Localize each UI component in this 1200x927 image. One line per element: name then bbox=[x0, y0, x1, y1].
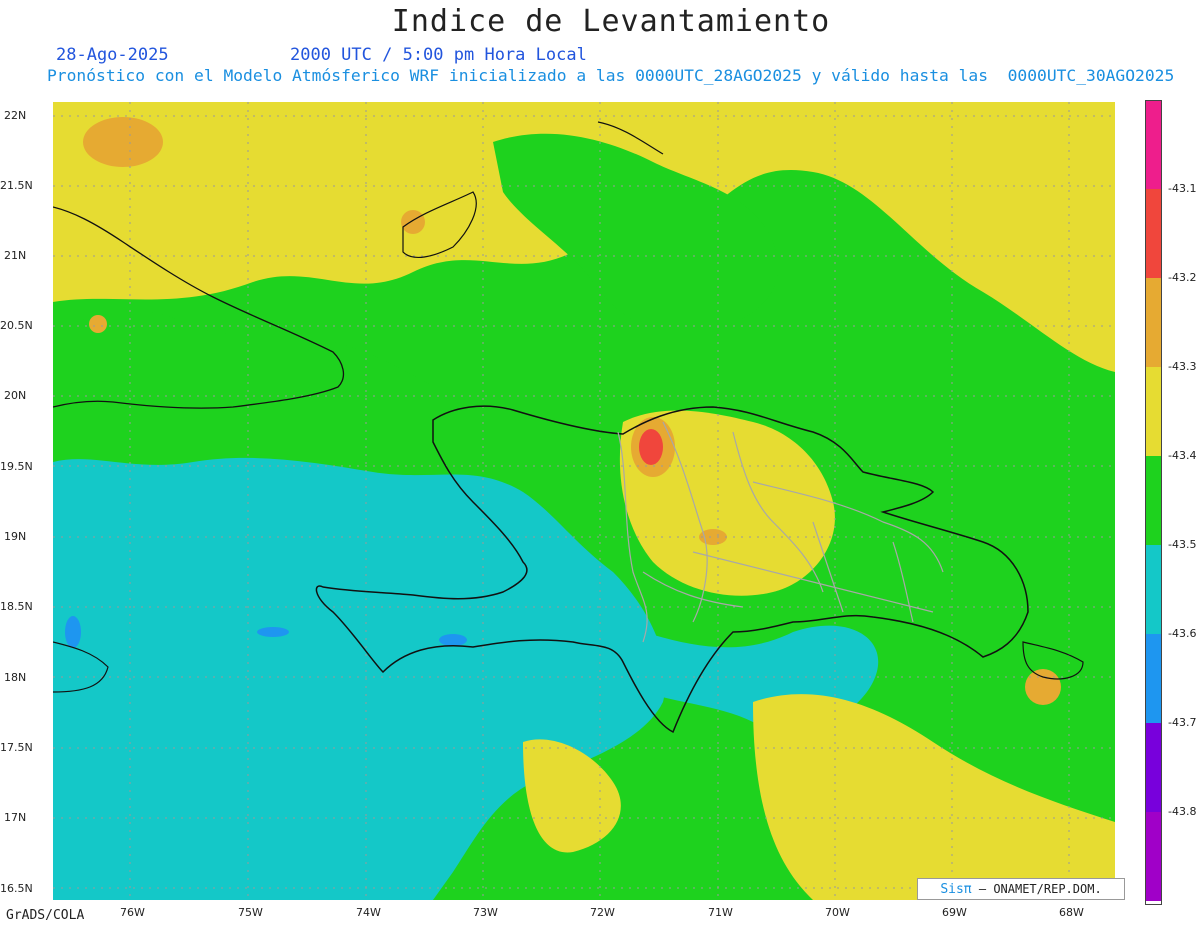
colorbar-swatch-8 bbox=[1146, 723, 1161, 812]
colorbar-label-1: -43.1 bbox=[1168, 182, 1197, 195]
lon-label-69w: 69W bbox=[942, 906, 967, 919]
colorbar-label-2: -43.2 bbox=[1168, 271, 1197, 284]
model-description: Pronóstico con el Modelo Atmósferico WRF… bbox=[47, 66, 1175, 85]
lon-label-74w: 74W bbox=[356, 906, 381, 919]
lon-label-72w: 72W bbox=[590, 906, 615, 919]
colorbar bbox=[1145, 100, 1162, 905]
blue-patch-w bbox=[65, 616, 81, 648]
lat-label-17-5n: 17.5N bbox=[0, 741, 33, 754]
colorbar-label-6: -43.6 bbox=[1168, 627, 1197, 640]
map-title: Indice de Levantamiento bbox=[391, 4, 831, 39]
orange-patch-w bbox=[89, 315, 107, 333]
colorbar-label-4: -43.4 bbox=[1168, 449, 1197, 462]
red-hotspot bbox=[639, 429, 663, 465]
lifted-index-map bbox=[53, 102, 1115, 900]
colorbar-label-3: -43.3 bbox=[1168, 360, 1197, 373]
lat-label-17n: 17N bbox=[4, 811, 27, 824]
lat-label-20-5n: 20.5N bbox=[0, 319, 33, 332]
lat-label-18-5n: 18.5N bbox=[0, 600, 33, 613]
blue-patch-sw bbox=[257, 627, 289, 637]
orange-patch-n bbox=[401, 210, 425, 234]
lon-label-68w: 68W bbox=[1059, 906, 1084, 919]
forecast-date: 28-Ago-2025 bbox=[56, 45, 169, 65]
credit-text: ONAMET/REP.DOM. bbox=[993, 882, 1102, 896]
orange-patch-nw bbox=[83, 117, 163, 167]
lat-label-21-5n: 21.5N bbox=[0, 179, 33, 192]
lon-label-73w: 73W bbox=[473, 906, 498, 919]
lon-label-70w: 70W bbox=[825, 906, 850, 919]
blue-patch-s bbox=[439, 634, 467, 646]
credit-box: Sisπ – ONAMET/REP.DOM. bbox=[917, 878, 1125, 900]
lat-label-19n: 19N bbox=[4, 530, 27, 543]
colorbar-swatch-7 bbox=[1146, 634, 1161, 723]
orange-patch-se bbox=[1025, 669, 1061, 705]
colorbar-swatch-3 bbox=[1146, 278, 1161, 367]
colorbar-label-5: -43.5 bbox=[1168, 538, 1197, 551]
sis-pi-logo: Sisπ bbox=[940, 882, 972, 897]
lat-label-18n: 18N bbox=[4, 671, 27, 684]
lon-label-76w: 76W bbox=[120, 906, 145, 919]
grads-footer: GrADS/COLA bbox=[6, 908, 85, 923]
lat-label-21n: 21N bbox=[4, 249, 27, 262]
colorbar-swatch-1 bbox=[1146, 101, 1161, 189]
colorbar-label-7: -43.7 bbox=[1168, 716, 1197, 729]
colorbar-swatch-9 bbox=[1146, 812, 1161, 901]
map-svg bbox=[53, 102, 1115, 900]
lat-label-19-5n: 19.5N bbox=[0, 460, 33, 473]
lat-label-20n: 20N bbox=[4, 389, 27, 402]
colorbar-swatch-4 bbox=[1146, 367, 1161, 456]
colorbar-swatch-2 bbox=[1146, 189, 1161, 278]
colorbar-swatch-6 bbox=[1146, 545, 1161, 634]
lat-label-16-5n: 16.5N bbox=[0, 882, 33, 895]
lon-label-71w: 71W bbox=[708, 906, 733, 919]
lat-label-22n: 22N bbox=[4, 109, 27, 122]
valid-time: 2000 UTC / 5:00 pm Hora Local bbox=[290, 45, 587, 65]
lon-label-75w: 75W bbox=[238, 906, 263, 919]
colorbar-swatch-5 bbox=[1146, 456, 1161, 545]
colorbar-label-8: -43.8 bbox=[1168, 805, 1197, 818]
